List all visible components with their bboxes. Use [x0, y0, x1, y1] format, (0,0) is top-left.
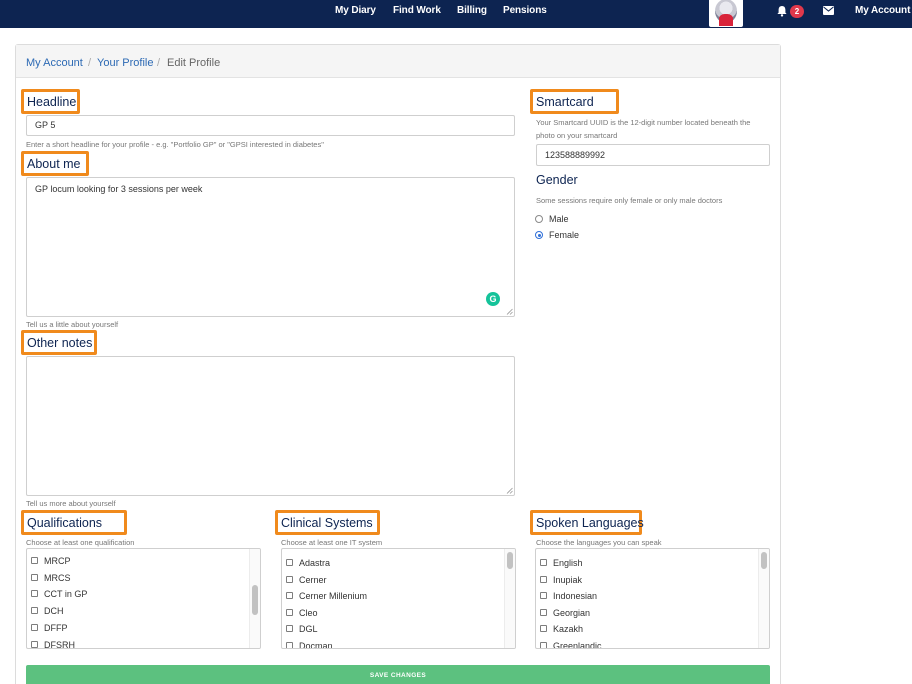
breadcrumb-your-profile[interactable]: Your Profile [97, 57, 153, 69]
qualifications-title: Qualifications [21, 510, 127, 535]
checkbox[interactable] [31, 624, 38, 631]
nav-my-diary[interactable]: My Diary [335, 0, 376, 22]
grammarly-icon[interactable]: G [486, 292, 500, 306]
headline-input[interactable]: GP 5 [26, 115, 515, 136]
gender-option-male[interactable]: Male [535, 213, 595, 225]
spoken-languages-scroll-thumb[interactable] [761, 552, 767, 569]
smartcard-title: Smartcard [530, 89, 619, 114]
resize-handle-icon[interactable] [506, 308, 513, 315]
headline-title: Headline [21, 89, 80, 114]
checkbox[interactable] [31, 574, 38, 581]
radio-male-label: Male [549, 214, 569, 224]
about-me-title: About me [21, 151, 89, 176]
checkbox[interactable] [286, 592, 293, 599]
checkbox[interactable] [286, 559, 293, 566]
gender-option-female[interactable]: Female [535, 229, 595, 241]
radio-male[interactable] [535, 215, 543, 223]
nav-pensions[interactable]: Pensions [503, 0, 547, 22]
about-me-textarea[interactable]: GP locum looking for 3 sessions per week [26, 177, 515, 317]
qualifications-list[interactable]: MRCP MRCS CCT in GP DCH DFFP DFSRH [26, 548, 261, 649]
avatar[interactable] [709, 0, 743, 27]
nav-billing[interactable]: Billing [457, 0, 487, 22]
clinical-systems-title: Clinical Systems [275, 510, 380, 535]
notification-badge: 2 [790, 5, 804, 18]
qualifications-hint: Choose at least one qualification [26, 538, 135, 547]
spoken-languages-title: Spoken Languages [530, 510, 644, 535]
about-me-text: GP locum looking for 3 sessions per week [35, 184, 203, 194]
resize-handle-icon[interactable] [506, 487, 513, 494]
smartcard-hint-line-2: photo on your smartcard [536, 131, 618, 140]
clinical-systems-hint: Choose at least one IT system [281, 538, 383, 547]
save-changes-button[interactable]: SAVE CHANGES [26, 665, 770, 684]
checkbox[interactable] [540, 592, 547, 599]
top-navigation: My Diary Find Work Billing Pensions 2 My… [0, 0, 912, 28]
about-me-hint: Tell us a little about yourself [26, 320, 119, 329]
smartcard-hint-line-1: Your Smartcard UUID is the 12-digit numb… [536, 118, 751, 127]
checkbox[interactable] [31, 557, 38, 564]
clinical-systems-list[interactable]: Adastra Cerner Cerner Millenium Cleo DGL… [281, 548, 516, 649]
clinical-systems-scroll-thumb[interactable] [507, 552, 513, 569]
headline-hint: Enter a short headline for your profile … [26, 140, 324, 149]
smartcard-input[interactable]: 123588889992 [536, 144, 770, 166]
other-notes-textarea[interactable] [26, 356, 515, 496]
nav-find-work[interactable]: Find Work [393, 0, 441, 22]
bell-icon[interactable] [776, 5, 788, 17]
breadcrumb-separator: / [88, 57, 92, 69]
checkbox[interactable] [540, 642, 547, 648]
checkbox[interactable] [540, 559, 547, 566]
checkbox[interactable] [31, 641, 38, 648]
qualifications-scroll-thumb[interactable] [252, 585, 258, 615]
clinical-systems-scrollbar[interactable] [504, 549, 515, 648]
breadcrumb-separator: / [157, 57, 161, 69]
gender-title: Gender [536, 173, 578, 187]
radio-female-label: Female [549, 230, 580, 240]
other-notes-title: Other notes [21, 330, 97, 355]
breadcrumb: My Account / Your Profile / Edit Profile [16, 45, 780, 78]
avatar-shirt [719, 14, 733, 26]
checkbox[interactable] [286, 642, 293, 648]
breadcrumb-edit-profile: Edit Profile [167, 57, 221, 69]
gender-hint: Some sessions require only female or onl… [536, 196, 723, 205]
envelope-icon[interactable] [823, 6, 834, 15]
spoken-languages-hint: Choose the languages you can speak [536, 538, 662, 547]
other-notes-hint: Tell us more about yourself [26, 499, 116, 508]
checkbox[interactable] [286, 609, 293, 616]
spoken-languages-scrollbar[interactable] [758, 549, 769, 648]
checkbox[interactable] [31, 590, 38, 597]
checkbox[interactable] [540, 609, 547, 616]
nav-my-account[interactable]: My Account [855, 0, 910, 22]
radio-female[interactable] [535, 231, 543, 239]
checkbox[interactable] [286, 576, 293, 583]
spoken-languages-list[interactable]: English Inupiak Indonesian Georgian Kaza… [535, 548, 770, 649]
breadcrumb-my-account[interactable]: My Account [26, 57, 83, 69]
checkbox[interactable] [540, 625, 547, 632]
checkbox[interactable] [286, 625, 293, 632]
checkbox[interactable] [31, 607, 38, 614]
checkbox[interactable] [540, 576, 547, 583]
qualifications-scrollbar[interactable] [249, 549, 260, 648]
